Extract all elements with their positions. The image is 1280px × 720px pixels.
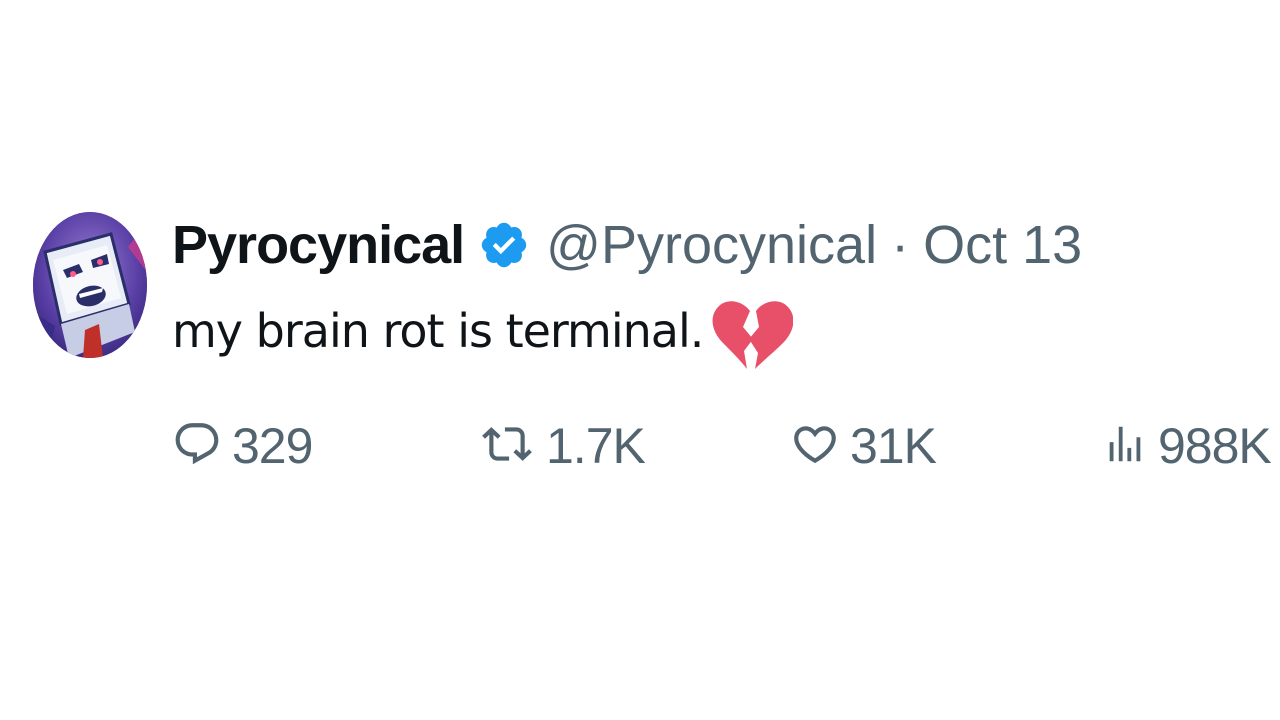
views-icon [1102, 419, 1148, 474]
display-name[interactable]: Pyrocynical [172, 214, 465, 276]
retweet-icon [478, 419, 536, 474]
reply-count: 329 [232, 418, 313, 474]
verified-badge-icon [478, 219, 530, 271]
retweet-count: 1.7K [546, 418, 646, 474]
tweet-body: my brain rot is terminal. [172, 296, 794, 369]
heart-icon [790, 419, 840, 474]
tweet-date[interactable]: Oct 13 [923, 214, 1082, 276]
broken-heart-icon [711, 299, 794, 373]
reply-button[interactable]: 329 [172, 414, 313, 478]
tweet-text: my brain rot is terminal. [172, 304, 704, 358]
user-handle[interactable]: @Pyrocynical [546, 214, 877, 276]
like-count: 31K [850, 418, 937, 474]
action-bar: 329 1.7K 31K 988K [0, 414, 1280, 478]
like-button[interactable]: 31K [790, 414, 937, 478]
tweet-header: Pyrocynical @Pyrocynical · Oct 13 [172, 212, 1082, 278]
avatar[interactable] [33, 212, 147, 358]
retweet-button[interactable]: 1.7K [478, 414, 646, 478]
tweet[interactable]: Pyrocynical @Pyrocynical · Oct 13 my bra… [0, 0, 1280, 720]
separator-dot: · [891, 215, 910, 275]
avatar-image [33, 212, 147, 358]
view-count: 988K [1158, 418, 1272, 474]
views-button[interactable]: 988K [1102, 414, 1272, 478]
reply-icon [172, 419, 222, 474]
